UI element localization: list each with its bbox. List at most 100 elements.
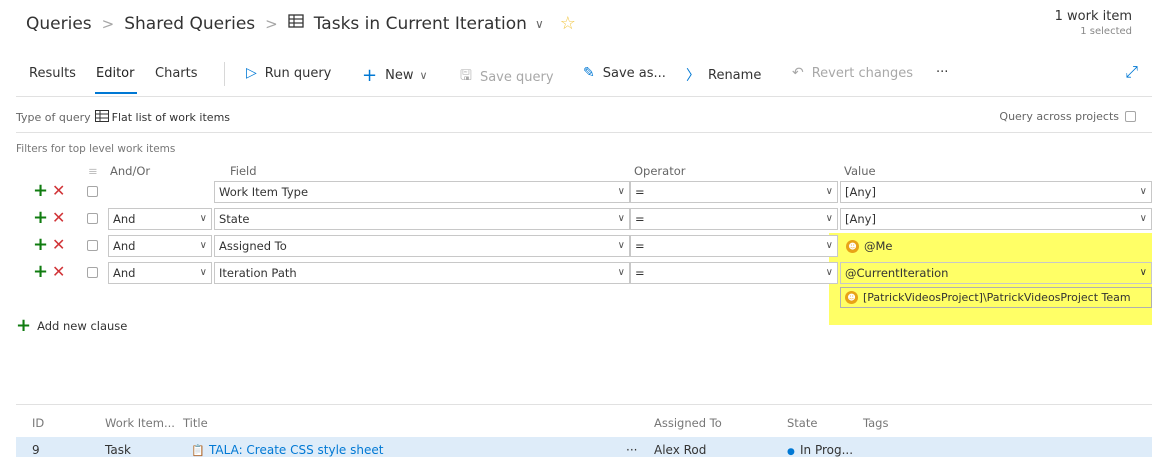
clause-checkbox[interactable] [87,213,98,224]
breadcrumb-shared-queries[interactable]: Shared Queries [124,14,255,34]
breadcrumb-queries[interactable]: Queries [26,14,92,34]
results-header-type[interactable]: Work Item... [105,416,175,430]
rename-button[interactable]: 〉 Rename [686,65,761,85]
page-title: Tasks in Current Iteration [313,13,527,34]
andor-select[interactable]: And ∨ [108,235,212,257]
plus-icon: + [16,315,32,336]
chevron-down-icon: ∨ [199,213,207,224]
favorite-star-icon[interactable]: ☆ [560,13,576,34]
delete-clause-icon[interactable]: ✕ [52,262,65,282]
andor-select[interactable]: And ∨ [108,208,212,230]
delete-clause-icon[interactable]: ✕ [52,181,65,201]
field-select[interactable]: Assigned To ∨ [214,235,630,257]
value-identity-input[interactable]: ☻ @Me [840,235,1152,257]
query-toolbar: Results Editor Charts ▷ Run query + New … [0,58,1152,94]
undo-icon: ↶ [792,65,804,81]
field-value: Work Item Type [219,185,309,199]
value-text: [Any] [845,212,876,226]
selected-count-label: 1 selected [1080,26,1132,37]
chevron-down-icon: ∨ [617,213,625,224]
add-clause-icon[interactable]: + [33,181,48,201]
group-clauses-icon[interactable]: ≡ [88,164,98,178]
results-header-title[interactable]: Title [183,416,208,430]
value-select[interactable]: [Any] ∨ [840,181,1152,203]
field-select[interactable]: State ∨ [214,208,630,230]
chevron-down-icon: ∨ [1139,186,1147,197]
clause-checkbox[interactable] [87,240,98,251]
clause-row: + ✕ Work Item Type ∨ = ∨ [Any] ∨ [0,181,1152,203]
operator-value: = [635,185,645,199]
delete-clause-icon[interactable]: ✕ [52,208,65,228]
chevron-down-icon: ∨ [617,240,625,251]
chevron-down-icon: ∨ [825,213,833,224]
chevron-down-icon: ∨ [199,240,207,251]
revert-changes-button[interactable]: ↶ Revert changes [792,65,913,81]
more-actions-button[interactable]: ··· [936,65,948,80]
chevron-down-icon: ∨ [617,267,625,278]
chevron-right-icon: > [101,14,115,33]
active-tab-indicator [95,92,137,94]
field-select[interactable]: Work Item Type ∨ [214,181,630,203]
andor-select[interactable]: And ∨ [108,262,212,284]
result-assigned: Alex Rod [654,443,707,457]
column-header-operator: Operator [634,164,686,178]
tab-editor[interactable]: Editor [96,66,134,81]
query-across-projects[interactable]: Query across projects [999,110,1136,123]
add-clause-icon[interactable]: + [33,208,48,228]
result-state: In Prog... [800,443,854,457]
result-title-link[interactable]: TALA: Create CSS style sheet [209,443,383,457]
divider [16,132,1152,133]
add-clause-icon[interactable]: + [33,235,48,255]
operator-select[interactable]: = ∨ [630,208,838,230]
operator-select[interactable]: = ∨ [630,235,838,257]
tab-results[interactable]: Results [29,66,76,81]
value-select[interactable]: [Any] ∨ [840,208,1152,230]
results-header-id[interactable]: ID [32,416,44,430]
chevron-down-icon: ∨ [825,240,833,251]
delete-clause-icon[interactable]: ✕ [52,235,65,255]
user-avatar-icon: ☻ [846,239,859,253]
revert-changes-label: Revert changes [811,65,914,81]
clause-checkbox[interactable] [87,186,98,197]
value-text: [Any] [845,185,876,199]
field-select[interactable]: Iteration Path ∨ [214,262,630,284]
save-query-button[interactable]: 🖫 Save query [460,65,554,89]
operator-value: = [635,239,645,253]
run-query-button[interactable]: ▷ Run query [246,65,331,81]
column-header-andor: And/Or [110,164,151,178]
run-query-label: Run query [264,65,332,81]
expand-icon[interactable]: ⤢ [1125,62,1138,82]
table-grid-icon [288,13,304,34]
query-type: Type of query Flat list of work items [16,110,230,125]
query-type-label: Type of query [16,111,91,124]
query-type-value: Flat list of work items [111,111,231,124]
query-type-dropdown[interactable]: Flat list of work items [94,110,231,125]
results-header-assigned[interactable]: Assigned To [654,416,722,430]
andor-value: And [113,212,136,226]
flat-list-icon [94,110,109,125]
save-as-button[interactable]: ✎ Save as... [583,65,666,81]
toolbar-divider [224,62,225,86]
iteration-team-value: [PatrickVideosProject]\PatrickVideosProj… [863,291,1131,304]
results-header-state[interactable]: State [787,416,817,430]
more-actions-label: ··· [936,65,949,80]
chevron-down-icon: ∨ [419,69,428,82]
clause-checkbox[interactable] [87,267,98,278]
operator-select[interactable]: = ∨ [630,181,838,203]
add-clause-icon[interactable]: + [33,262,48,282]
chevron-down-icon: ∨ [825,267,833,278]
table-row[interactable] [16,437,1152,457]
add-new-clause-button[interactable]: + Add new clause [16,315,127,336]
rename-label: Rename [708,67,762,83]
team-avatar-icon: ☻ [845,291,858,304]
results-header-tags[interactable]: Tags [863,416,888,430]
value-select[interactable]: @CurrentIteration ∨ [840,262,1152,284]
clause-row: + ✕ And ∨ State ∨ = ∨ [Any] ∨ [0,208,1152,230]
operator-select[interactable]: = ∨ [630,262,838,284]
chevron-down-icon[interactable]: ∨ [535,17,544,31]
row-more-icon[interactable]: ··· [626,443,637,457]
new-button[interactable]: + New ∨ [362,65,428,86]
tab-charts[interactable]: Charts [155,66,198,81]
query-across-projects-checkbox[interactable] [1125,111,1136,122]
iteration-team-select[interactable]: ☻ [PatrickVideosProject]\PatrickVideosPr… [840,287,1152,308]
